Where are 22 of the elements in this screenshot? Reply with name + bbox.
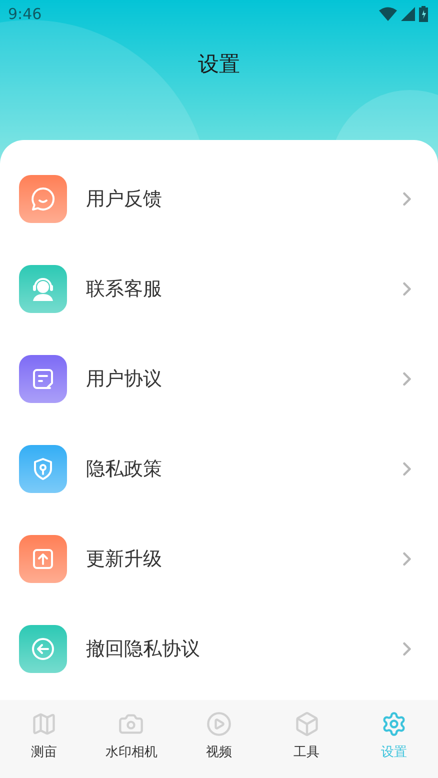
tab[interactable]: 工具 bbox=[262, 700, 350, 778]
page-title: 设置 bbox=[198, 51, 240, 78]
settings-icon bbox=[381, 711, 408, 737]
note-icon bbox=[30, 366, 56, 392]
battery-icon bbox=[419, 6, 428, 22]
chat-bubble-icon bbox=[30, 186, 56, 212]
menu-item[interactable]: 撤回隐私协议 bbox=[86, 636, 396, 662]
tab[interactable]: 测亩 bbox=[0, 700, 88, 778]
status-time: 9:46 bbox=[8, 5, 42, 23]
play-icon bbox=[206, 711, 232, 737]
menu-item[interactable]: 隐私政策 bbox=[86, 456, 396, 482]
tab[interactable]: 视频 bbox=[175, 700, 263, 778]
map-icon bbox=[30, 711, 57, 737]
menu-item[interactable]: 用户协议 bbox=[86, 366, 396, 392]
menu-item[interactable]: 联系客服 bbox=[86, 276, 396, 302]
tab[interactable]: 水印相机 bbox=[88, 700, 176, 778]
wifi-icon bbox=[379, 7, 397, 21]
signal-icon bbox=[401, 7, 415, 21]
upload-icon bbox=[30, 546, 56, 572]
menu-item[interactable]: 更新升级 bbox=[86, 546, 396, 572]
box-icon bbox=[294, 711, 320, 737]
menu-item[interactable]: 用户反馈 bbox=[86, 186, 396, 212]
